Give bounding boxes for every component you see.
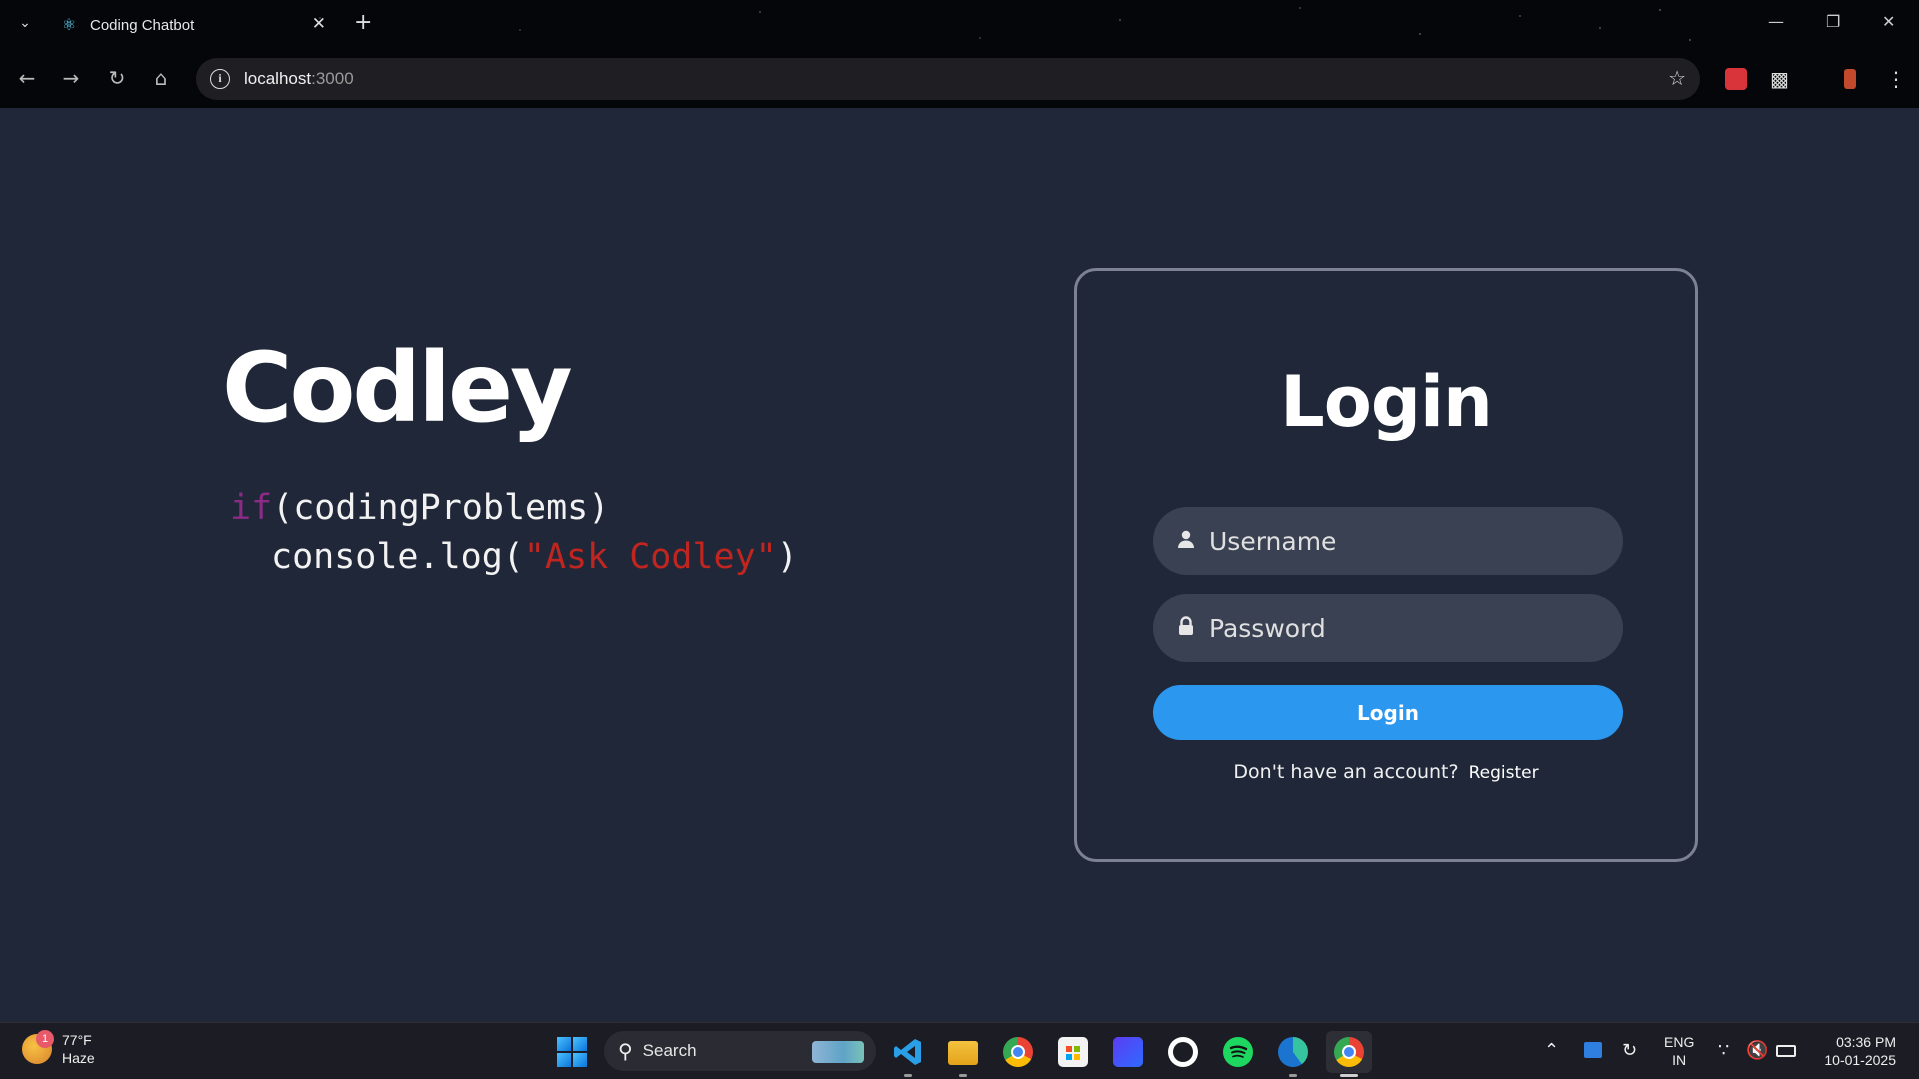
login-card: Login Login Don't have an account? Regist…: [1074, 268, 1698, 862]
search-icon: ⚲: [618, 1039, 633, 1063]
signup-prompt: Don't have an account?: [1233, 761, 1459, 783]
tab-search-chevron-icon[interactable]: ⌄: [14, 12, 36, 34]
weather-sun-icon: 1: [22, 1030, 54, 1064]
region-code: IN: [1672, 1052, 1687, 1068]
chrome-active-button[interactable]: [1326, 1031, 1372, 1073]
language-code: ENG: [1664, 1034, 1695, 1050]
home-icon[interactable]: ⌂: [148, 66, 174, 90]
chrome-icon[interactable]: [1003, 1037, 1033, 1067]
code-line-2: console.log("Ask Codley"): [230, 533, 798, 582]
login-title: Login: [1280, 361, 1493, 443]
spotify-icon[interactable]: [1223, 1037, 1253, 1067]
system-clock[interactable]: 03:36 PM 10-01-2025: [1812, 1033, 1896, 1069]
code-tagline: if(codingProblems) console.log("Ask Codl…: [230, 484, 798, 582]
edge-icon[interactable]: [1278, 1037, 1308, 1067]
reload-icon[interactable]: ↻: [104, 66, 130, 90]
react-favicon-icon: ⚛: [61, 15, 77, 34]
tray-app-icon[interactable]: [1584, 1042, 1602, 1058]
windows-start-icon[interactable]: [557, 1037, 587, 1067]
code-call-suffix: ): [776, 537, 798, 577]
brand-title: Codley: [222, 332, 573, 444]
chrome-active-indicator: [1340, 1074, 1358, 1077]
username-field[interactable]: [1153, 507, 1623, 575]
profile-avatar-icon[interactable]: [1844, 69, 1856, 89]
code-keyword: if: [230, 488, 273, 528]
register-link[interactable]: Register: [1469, 763, 1539, 783]
file-explorer-icon[interactable]: [948, 1041, 978, 1065]
weather-temp: 77°F: [62, 1032, 92, 1048]
battery-icon[interactable]: [1776, 1045, 1796, 1057]
weather-badge: 1: [36, 1030, 54, 1048]
language-indicator[interactable]: ENG IN: [1664, 1033, 1694, 1069]
code-line-1: if(codingProblems): [230, 484, 798, 533]
edge-running-indicator: [1289, 1074, 1297, 1077]
url-host: localhost: [244, 69, 312, 88]
weather-widget[interactable]: 1 77°F Haze: [22, 1030, 95, 1067]
taskbar-search[interactable]: ⚲ Search: [604, 1031, 876, 1071]
wifi-icon[interactable]: ∵: [1718, 1040, 1729, 1061]
code-call-prefix: console.log(: [271, 537, 524, 577]
sync-icon[interactable]: ↻: [1622, 1040, 1637, 1061]
restore-icon[interactable]: ❐: [1826, 12, 1840, 31]
show-hidden-icons-chevron-icon[interactable]: ⌃: [1544, 1040, 1559, 1061]
bookmark-star-icon[interactable]: ☆: [1668, 66, 1686, 90]
lock-icon: [1175, 615, 1197, 641]
close-window-icon[interactable]: ✕: [1882, 12, 1895, 31]
editor-app-icon[interactable]: [1113, 1037, 1143, 1067]
search-highlight-image: [812, 1041, 864, 1063]
weather-desc: Haze: [62, 1050, 95, 1066]
browser-toolbar: ← → ↻ ⌂ i localhost:3000 ☆ ▩ ⋮: [0, 50, 1919, 108]
weather-text: 77°F Haze: [62, 1031, 95, 1067]
microsoft-store-icon[interactable]: [1058, 1037, 1088, 1067]
code-condition: (codingProblems): [272, 488, 610, 528]
site-info-icon[interactable]: i: [210, 69, 230, 89]
new-tab-plus-icon[interactable]: +: [354, 10, 372, 35]
password-input[interactable]: [1209, 613, 1623, 643]
extension-red-icon[interactable]: [1725, 68, 1747, 90]
code-string: "Ask Codley": [523, 537, 777, 577]
browser-titlebar: ⌄ ⚛ Coding Chatbot ✕ + — ❐ ✕: [0, 0, 1919, 50]
clock-time: 03:36 PM: [1836, 1034, 1896, 1050]
vscode-icon[interactable]: [893, 1037, 923, 1067]
extensions-puzzle-icon[interactable]: ▩: [1770, 67, 1789, 91]
user-icon: [1175, 529, 1197, 554]
taskbar-search-label: Search: [642, 1041, 697, 1060]
windows-taskbar: 1 77°F Haze ⚲ Search ⌃ ↻ ENG IN ∵ 🔇 03:3…: [0, 1022, 1919, 1079]
password-field[interactable]: [1153, 594, 1623, 662]
signup-row: Don't have an account? Register: [1077, 761, 1695, 783]
volume-muted-icon[interactable]: 🔇: [1746, 1040, 1768, 1061]
github-icon[interactable]: [1168, 1037, 1198, 1067]
explorer-running-indicator: [959, 1074, 967, 1077]
browser-tab[interactable]: ⚛ Coding Chatbot ✕: [50, 6, 340, 44]
clock-date: 10-01-2025: [1824, 1052, 1896, 1068]
browser-menu-icon[interactable]: ⋮: [1886, 67, 1906, 91]
address-bar[interactable]: i localhost:3000 ☆: [196, 58, 1700, 100]
vscode-running-indicator: [904, 1074, 912, 1077]
forward-arrow-icon[interactable]: →: [58, 66, 84, 90]
minimize-icon[interactable]: —: [1768, 12, 1784, 31]
tab-close-icon[interactable]: ✕: [312, 14, 326, 34]
url-port: :3000: [311, 69, 354, 88]
login-button[interactable]: Login: [1153, 685, 1623, 740]
username-input[interactable]: [1209, 526, 1623, 556]
tab-title: Coding Chatbot: [90, 16, 195, 34]
back-arrow-icon[interactable]: ←: [14, 66, 40, 90]
